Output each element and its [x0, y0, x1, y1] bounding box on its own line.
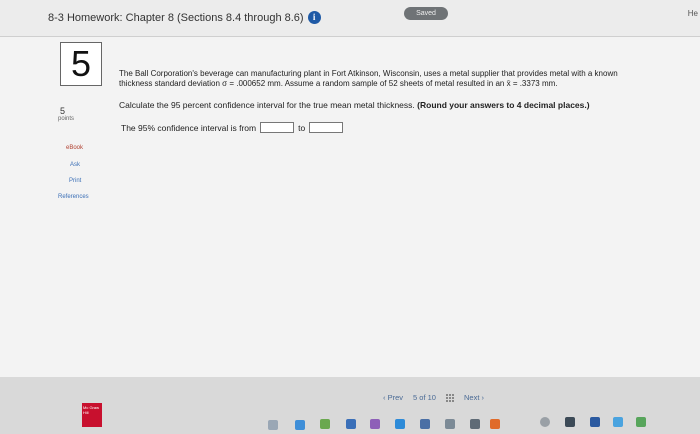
app-icon[interactable]: [420, 419, 430, 429]
print-link[interactable]: Print: [69, 178, 81, 184]
page-total: 10: [427, 393, 436, 402]
instruction: Calculate the 95 percent confidence inte…: [119, 100, 590, 110]
prev-button[interactable]: ‹ Prev: [383, 393, 403, 402]
answer-to-label: to: [298, 122, 306, 133]
page-of: of: [419, 393, 426, 402]
assignment-title: 8-3 Homework: Chapter 8 (Sections 8.4 th…: [48, 11, 304, 24]
app-icon[interactable]: [470, 419, 480, 429]
app-icon[interactable]: [613, 417, 623, 427]
app-icon[interactable]: [320, 419, 330, 429]
question-navigation: ‹ Prev 5 of 10 Next ›: [383, 393, 484, 402]
points-value: 5: [60, 106, 66, 116]
instruction-text: Calculate the 95 percent confidence inte…: [119, 100, 415, 110]
help-link[interactable]: He: [688, 9, 698, 18]
app-icon[interactable]: [636, 417, 646, 427]
app-icon[interactable]: [395, 419, 405, 429]
question-number: 5: [60, 42, 102, 86]
app-icon[interactable]: [370, 419, 380, 429]
top-bar: 8-3 Homework: Chapter 8 (Sections 8.4 th…: [0, 0, 700, 37]
assignment-title-area: 8-3 Homework: Chapter 8 (Sections 8.4 th…: [48, 11, 321, 24]
next-label: Next: [463, 393, 480, 402]
taskbar: [0, 414, 700, 434]
page-current: 5: [413, 393, 418, 402]
app-icon[interactable]: [445, 419, 455, 429]
ask-link[interactable]: Ask: [70, 162, 80, 168]
saved-status-badge: Saved: [404, 7, 448, 20]
points-label: points: [58, 116, 75, 122]
page-indicator[interactable]: 5 of 10: [413, 393, 436, 402]
answer-prefix: The 95% confidence interval is from: [121, 122, 257, 133]
prev-label: Prev: [387, 393, 404, 402]
answer-row: The 95% confidence interval is from to: [121, 122, 344, 133]
app-icon[interactable]: [268, 420, 278, 430]
problem-text: The Ball Corporation's beverage can manu…: [119, 69, 618, 88]
ebook-link[interactable]: eBook: [66, 145, 83, 151]
app-icon[interactable]: [295, 420, 305, 430]
app-icon[interactable]: [565, 417, 575, 427]
rounding-note: (Round your answers to 4 decimal places.…: [417, 100, 590, 110]
grid-icon[interactable]: [445, 393, 454, 402]
app-icon[interactable]: [490, 419, 500, 429]
next-button[interactable]: Next ›: [464, 393, 484, 402]
app-icon[interactable]: [346, 419, 356, 429]
info-icon[interactable]: i: [307, 11, 321, 24]
references-link[interactable]: References: [58, 194, 89, 200]
app-icon[interactable]: [590, 417, 600, 427]
upper-bound-input[interactable]: [309, 122, 344, 133]
settings-icon[interactable]: [540, 417, 550, 427]
lower-bound-input[interactable]: [260, 122, 295, 133]
